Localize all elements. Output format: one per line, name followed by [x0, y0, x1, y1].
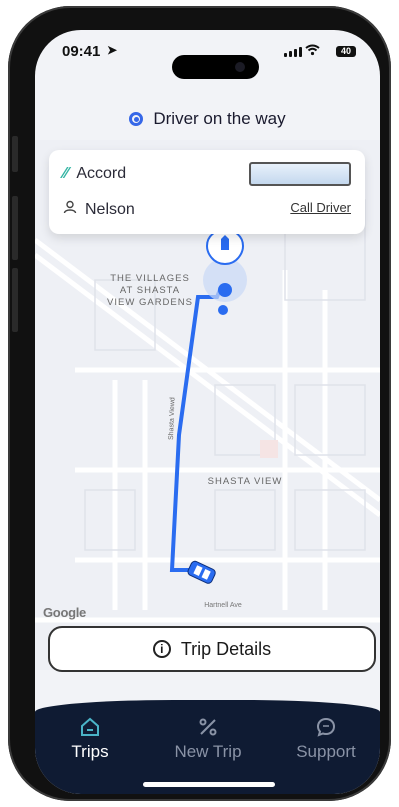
- tab-new-trip-label: New Trip: [174, 742, 242, 761]
- driver-name: Nelson: [85, 200, 135, 218]
- driver-info-card: ⁄⁄ Accord Nelson Call Driver: [49, 150, 365, 234]
- trip-status-text: Driver on the way: [153, 109, 286, 128]
- tab-trips[interactable]: Trips: [35, 716, 145, 762]
- status-dot-icon: [129, 112, 144, 126]
- status-time: 09:41: [62, 43, 101, 60]
- rider-location-icon: [218, 305, 228, 315]
- phone-frame: 09:41 ➤ 40 Driver on the way THE VILLAGE…: [8, 6, 391, 801]
- map-label-shasta-view: SHASTA VIEW: [208, 476, 283, 487]
- vehicle-row: ⁄⁄ Accord: [63, 165, 126, 183]
- trip-details-label: Trip Details: [180, 638, 272, 659]
- call-driver-link[interactable]: Call Driver: [290, 200, 351, 215]
- trip-status-header: Driver on the way: [35, 104, 380, 134]
- street-label-hartnell: Hartnell Ave: [204, 602, 242, 609]
- vehicle-brand-icon: ⁄⁄: [63, 165, 69, 182]
- map-label-villages-2: AT SHASTA: [120, 285, 180, 296]
- street-label-shasta: Shasta Viewd: [168, 397, 176, 440]
- person-icon: [63, 200, 77, 219]
- battery-icon: 40: [336, 46, 356, 57]
- tab-new-trip[interactable]: New Trip: [153, 716, 263, 762]
- app-screen: 09:41 ➤ 40 Driver on the way THE VILLAGE…: [35, 30, 380, 794]
- status-bar: 09:41 ➤ 40: [35, 30, 380, 79]
- side-button-volume-up: [12, 196, 18, 260]
- license-plate: [249, 162, 351, 186]
- dynamic-island: [172, 55, 259, 79]
- side-button-volume-down: [12, 268, 18, 332]
- home-indicator[interactable]: [143, 782, 275, 787]
- map-label-villages-3: VIEW GARDENS: [107, 297, 193, 308]
- bottom-tab-bar: Trips New Trip Support: [35, 700, 380, 794]
- driver-row: Nelson: [63, 200, 135, 219]
- chat-bubble-icon: [315, 716, 337, 738]
- tab-support[interactable]: Support: [271, 716, 380, 762]
- pickup-dot-icon: [218, 283, 232, 297]
- location-arrow-icon: ➤: [107, 43, 118, 57]
- home-icon: [79, 716, 101, 738]
- google-attribution: Google: [43, 605, 86, 620]
- new-trip-icon: [197, 716, 219, 738]
- wifi-icon: [305, 44, 320, 59]
- camera-icon: [235, 62, 245, 72]
- info-icon: i: [152, 640, 171, 658]
- tab-support-label: Support: [296, 742, 356, 761]
- map-label-villages-1: THE VILLAGES: [110, 273, 190, 284]
- cellular-signal-icon: [284, 47, 302, 57]
- vehicle-model: Accord: [76, 165, 127, 182]
- tab-trips-label: Trips: [71, 742, 109, 761]
- side-button-silent: [12, 136, 18, 172]
- trip-details-button[interactable]: i Trip Details: [48, 626, 376, 672]
